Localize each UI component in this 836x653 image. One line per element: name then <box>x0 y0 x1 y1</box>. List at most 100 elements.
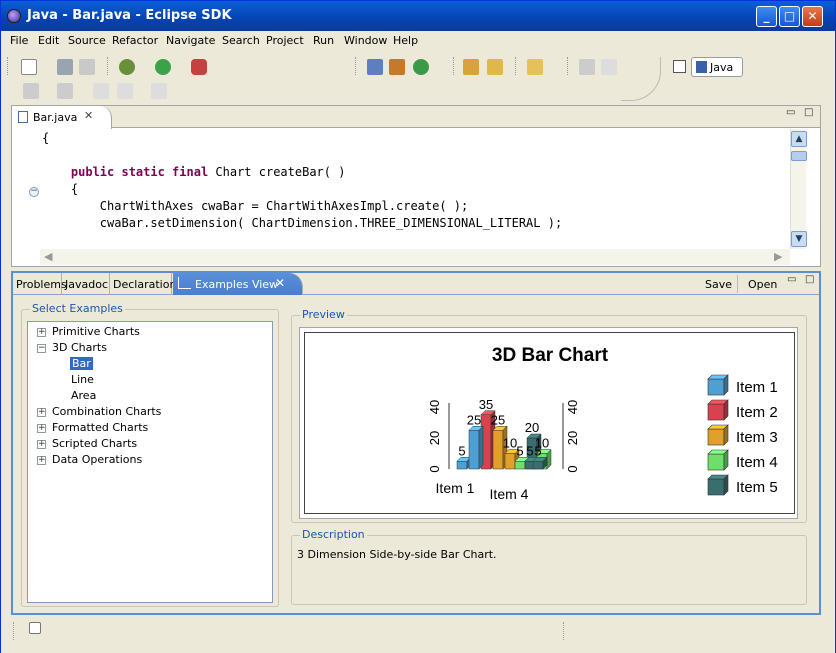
toolbar-separator <box>453 57 455 75</box>
editor-horizontal-scrollbar[interactable]: ◀ ▶ <box>40 249 790 265</box>
minimize-view-icon[interactable]: ▭ <box>787 274 796 285</box>
examples-view-content: Select Examples + Primitive Charts − 3D … <box>13 295 819 613</box>
tab-examples-view[interactable]: Examples View ✕ <box>173 273 303 295</box>
tree-item-primitive-charts[interactable]: Primitive Charts <box>52 325 140 338</box>
expand-icon[interactable]: + <box>37 328 46 337</box>
toggle-mark-icon[interactable] <box>579 59 595 75</box>
tree-item-combination-charts[interactable]: Combination Charts <box>52 405 161 418</box>
description-group: Description <box>291 528 807 605</box>
open-perspective-icon[interactable] <box>673 60 686 73</box>
open-folder-icon[interactable] <box>527 59 543 75</box>
menu-help[interactable]: Help <box>393 34 418 47</box>
select-examples-label: Select Examples <box>30 302 125 315</box>
new-icon[interactable] <box>21 59 37 75</box>
menu-project[interactable]: Project <box>266 34 304 47</box>
menu-edit[interactable]: Edit <box>38 34 59 47</box>
chart-preview: 3D Bar Chart 0 0 20 20 40 40 5 35 25 25 10 20 5 10 5 5 It… <box>299 327 798 519</box>
legend-swatch <box>707 478 725 496</box>
editor-tab-bar-java[interactable]: Bar.java ✕ <box>12 106 112 129</box>
scroll-right-icon[interactable]: ▶ <box>774 250 782 263</box>
expand-icon[interactable]: + <box>37 408 46 417</box>
show-whitespace-icon[interactable] <box>601 59 617 75</box>
y-tick-label-left: 0 <box>427 465 442 472</box>
bar <box>492 430 504 470</box>
expand-icon[interactable]: + <box>37 456 46 465</box>
tab-declaration[interactable]: Declaration <box>110 273 176 295</box>
new-class-icon[interactable] <box>413 59 429 75</box>
window-title: Java - Bar.java - Eclipse SDK <box>27 8 232 23</box>
menu-file[interactable]: File <box>10 34 28 47</box>
tree-item-formatted-charts[interactable]: Formatted Charts <box>52 421 148 434</box>
external-tools-icon[interactable] <box>191 59 207 75</box>
minimize-editor-icon[interactable]: ▭ <box>786 107 795 118</box>
scroll-up-icon[interactable]: ▲ <box>791 131 807 147</box>
java-perspective-button[interactable]: Java <box>691 57 743 77</box>
maximize-editor-icon[interactable]: □ <box>804 107 813 118</box>
tree-item-line[interactable]: Line <box>71 373 94 386</box>
action-separator <box>737 275 738 293</box>
tree-item-bar[interactable]: Bar <box>70 357 93 370</box>
last-edit-icon[interactable] <box>93 83 109 99</box>
maximize-view-icon[interactable]: □ <box>805 274 814 285</box>
data-label: 5 <box>458 443 465 458</box>
expand-icon[interactable]: + <box>37 440 46 449</box>
open-button[interactable]: Open <box>748 278 777 291</box>
minimize-button[interactable]: _ <box>756 6 777 27</box>
data-label: 5 <box>534 443 541 458</box>
fast-view-icon[interactable] <box>29 622 41 634</box>
run-icon[interactable] <box>155 59 171 75</box>
preview-label: Preview <box>300 308 347 321</box>
scroll-thumb[interactable] <box>791 151 807 161</box>
java-file-icon <box>18 111 28 123</box>
toolbar-separator <box>7 57 9 75</box>
bar-chart: 3D Bar Chart0 020 2040 4053525 2510205105 5It… <box>427 345 778 502</box>
editor-vertical-scrollbar[interactable]: ▲ ▼ <box>790 129 807 249</box>
tree-item-area[interactable]: Area <box>71 389 96 402</box>
print-icon[interactable] <box>79 59 95 75</box>
description-label: Description <box>300 528 367 541</box>
examples-tree[interactable]: + Primitive Charts − 3D Charts Bar Line … <box>27 321 273 603</box>
toolbar-separator <box>515 57 517 75</box>
search-icon[interactable] <box>487 59 503 75</box>
save-button[interactable]: Save <box>705 278 732 291</box>
open-type-icon[interactable] <box>463 59 479 75</box>
bar <box>456 461 468 470</box>
collapse-icon[interactable]: − <box>37 344 46 353</box>
menu-navigate[interactable]: Navigate <box>166 34 215 47</box>
legend-swatch-side <box>723 399 729 421</box>
back-icon[interactable] <box>117 83 133 99</box>
legend-label: Item 1 <box>736 379 778 396</box>
tab-javadoc[interactable]: Javadoc <box>62 273 110 295</box>
expand-icon[interactable]: + <box>37 424 46 433</box>
menu-window[interactable]: Window <box>344 34 387 47</box>
debug-icon[interactable] <box>119 59 135 75</box>
previous-annotation-icon[interactable] <box>57 83 73 99</box>
close-button[interactable]: ✕ <box>802 6 823 27</box>
legend-label: Item 2 <box>736 404 778 421</box>
new-java-project-icon[interactable] <box>367 59 383 75</box>
toolbar-separator <box>567 57 569 75</box>
toolbar-separator <box>107 57 109 75</box>
code-line: ChartWithAxes cwaBar = ChartWithAxesImpl… <box>42 199 469 213</box>
tree-item-3d-charts[interactable]: 3D Charts <box>52 341 107 354</box>
close-tab-icon[interactable]: ✕ <box>275 276 285 290</box>
eclipse-window: Java - Bar.java - Eclipse SDK _ □ ✕ File… <box>0 0 836 653</box>
legend-label: Item 4 <box>736 454 778 471</box>
code-area[interactable]: { public static final Chart createBar( )… <box>12 129 792 249</box>
close-tab-icon[interactable]: ✕ <box>84 109 93 122</box>
forward-icon[interactable] <box>151 83 167 99</box>
scroll-left-icon[interactable]: ◀ <box>44 250 52 263</box>
menu-search[interactable]: Search <box>222 34 260 47</box>
menu-refactor[interactable]: Refactor <box>112 34 158 47</box>
maximize-button[interactable]: □ <box>779 6 800 27</box>
menu-source[interactable]: Source <box>68 34 106 47</box>
tree-item-scripted-charts[interactable]: Scripted Charts <box>52 437 137 450</box>
save-icon[interactable] <box>57 59 73 75</box>
tree-item-data-operations[interactable]: Data Operations <box>52 453 142 466</box>
new-package-icon[interactable] <box>389 59 405 75</box>
scroll-down-icon[interactable]: ▼ <box>791 231 807 247</box>
menu-run[interactable]: Run <box>313 34 334 47</box>
legend-swatch <box>707 453 725 471</box>
tab-problems[interactable]: Problems <box>13 273 67 295</box>
next-annotation-icon[interactable] <box>23 83 39 99</box>
